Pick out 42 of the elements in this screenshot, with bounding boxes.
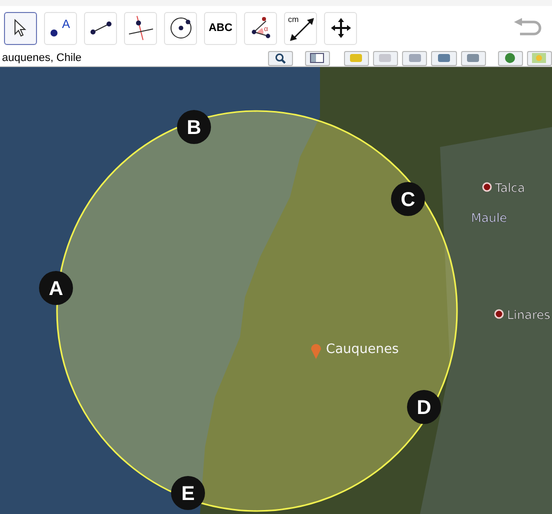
layer-icon <box>408 53 422 63</box>
angle-icon <box>251 17 270 38</box>
unit-label: cm <box>288 15 298 24</box>
globe-button[interactable] <box>498 50 523 66</box>
layer-icon <box>436 53 451 63</box>
perpendicular-line-icon <box>128 15 154 41</box>
search-button[interactable] <box>268 50 293 66</box>
tool-label: ABC <box>208 22 232 34</box>
tool-button[interactable] <box>4 12 37 44</box>
move-arrows-icon <box>330 17 352 39</box>
panel-icon <box>310 53 324 63</box>
point-marker: B <box>177 110 211 144</box>
tool-button[interactable]: ABC <box>204 12 237 44</box>
point-marker: E <box>171 476 205 510</box>
place-label: Talca <box>495 181 525 195</box>
point-label: A <box>62 17 70 31</box>
search-icon <box>274 52 286 64</box>
tool-button[interactable]: cm <box>284 12 317 44</box>
layer-button[interactable] <box>431 50 456 66</box>
place-label: Cauquenes <box>326 342 399 357</box>
undo-icon[interactable] <box>512 18 542 38</box>
layer-button[interactable] <box>460 50 486 66</box>
landscape-icon <box>532 53 546 63</box>
place-label: Linares <box>507 308 550 322</box>
double-arrow-icon <box>290 18 314 41</box>
map-pin-icon <box>311 344 321 359</box>
layer-icon <box>378 53 392 63</box>
sidebar-toggle-button[interactable] <box>304 50 330 66</box>
layer-icon <box>349 53 364 63</box>
tool-button[interactable]: A <box>44 12 77 44</box>
city-dot-icon <box>482 182 492 192</box>
layer-button[interactable] <box>402 50 428 66</box>
segment-icon <box>90 21 112 35</box>
place-label: Maule <box>471 211 508 225</box>
point-marker: D <box>407 390 441 424</box>
cursor-icon <box>14 19 28 37</box>
circle-icon <box>168 16 192 40</box>
city-dot-icon <box>494 309 504 319</box>
layer-icon <box>466 53 480 63</box>
point-marker: C <box>391 182 425 216</box>
point-marker: A <box>39 271 73 305</box>
point-icon <box>50 30 57 36</box>
